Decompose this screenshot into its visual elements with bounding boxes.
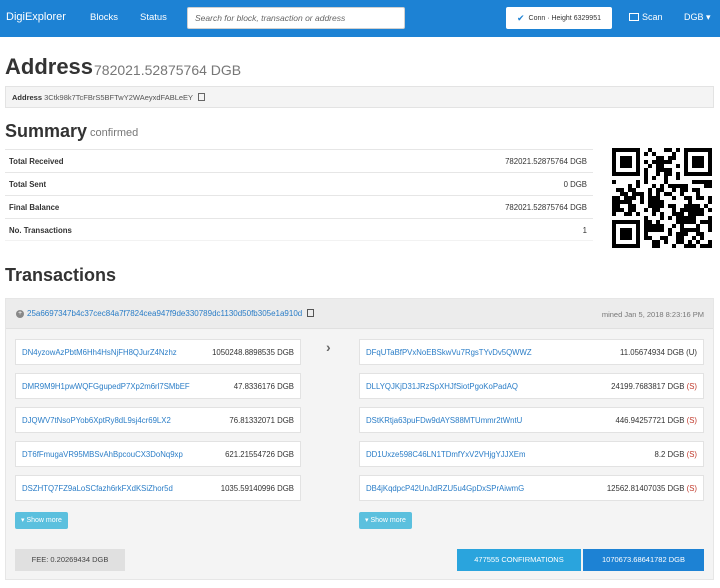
show-more-outputs-button[interactable]: ▾ Show more: [359, 512, 412, 529]
address-bar: Address 3Ctk98k7TcFBrS5BFTwY2WAeyxdFABLe…: [5, 86, 714, 108]
output-address-link[interactable]: DB4jKqdpcP42UnJdRZU5u4GpDxSPrAiwmG: [366, 484, 524, 493]
input-amount: 1035.59140996 DGB: [220, 484, 294, 493]
list-item: DT6fFmugaVR95MBSvAhBpcouCX3DoNq9xp 621.2…: [15, 441, 301, 467]
connection-height: 6329951: [573, 14, 601, 22]
output-amount: 12562.81407035 DGB: [606, 484, 685, 493]
nav-link-status[interactable]: Status: [140, 12, 167, 23]
output-status: (S): [686, 382, 697, 391]
chevron-right-icon: ›: [326, 339, 331, 355]
output-status: (S): [686, 450, 697, 459]
transactions-heading: Transactions: [5, 265, 117, 285]
output-amount: 11.05674934 DGB: [619, 348, 684, 357]
scan-button[interactable]: Scan: [629, 12, 663, 22]
chevron-down-icon: ▾: [365, 517, 369, 524]
transaction-id-wrapper: 25a6697347b4c37cec84a7f7824cea947f9de330…: [27, 309, 315, 318]
summary-label: No. Transactions: [9, 226, 72, 235]
list-item: DStKRtja63puFDw9dAYS88MTUmmr2tWntU 446.9…: [359, 407, 704, 433]
brand-link[interactable]: DigiExplorer: [6, 11, 66, 23]
connection-label: Conn · Height: [528, 14, 572, 22]
summary-row-no-transactions: No. Transactions 1: [5, 218, 593, 241]
input-amount: 621.21554726 DGB: [225, 450, 294, 459]
summary-table: Total Received 782021.52875764 DGB Total…: [5, 149, 593, 241]
page-title: Address: [5, 54, 94, 79]
output-amount-wrapper: 24199.7683817 DGB (S): [611, 382, 697, 391]
mined-time: mined Jan 5, 2018 8:23:16 PM: [601, 310, 704, 319]
summary-label: Total Sent: [9, 180, 47, 189]
list-item: DB4jKqdpcP42UnJdRZU5u4GpDxSPrAiwmG 12562…: [359, 475, 704, 501]
output-amount: 8.2 DGB: [654, 450, 685, 459]
inputs-list: DN4yzowAzPbtM6Hh4HsNjFH8QJurZ4Nzhz 10502…: [15, 339, 301, 509]
summary-label: Total Received: [9, 157, 64, 166]
input-amount: 76.81332071 DGB: [229, 416, 294, 425]
summary-value: 782021.52875764 DGB: [505, 157, 587, 166]
search-input[interactable]: [187, 7, 405, 29]
input-address-link[interactable]: DMR9M9H1pwWQFGgupedP7Xp2m6rl7SMbEF: [22, 382, 190, 391]
scan-icon: [629, 13, 639, 21]
input-address-link[interactable]: DN4yzowAzPbtM6Hh4HsNjFH8QJurZ4Nzhz: [22, 348, 177, 357]
chevron-down-icon: ▾: [21, 517, 25, 524]
summary-value: 1: [582, 226, 587, 235]
confirmations-button[interactable]: 477555 CONFIRMATIONS: [457, 549, 581, 571]
list-item: DJQWV7tNsoPYob6XptRy8dL9sj4cr69LX2 76.81…: [15, 407, 301, 433]
summary-row-final-balance: Final Balance 782021.52875764 DGB: [5, 195, 593, 218]
summary-value: 782021.52875764 DGB: [505, 203, 587, 212]
output-amount-wrapper: 12562.81407035 DGB (S): [607, 484, 697, 493]
input-address-link[interactable]: DSZHTQ7FZ9aLoSCfazh6rkFXdKSiZhor5d: [22, 484, 173, 493]
output-address-link[interactable]: DStKRtja63puFDw9dAYS88MTUmmr2tWntU: [366, 416, 522, 425]
input-amount: 47.8336176 DGB: [233, 382, 294, 391]
output-address-link[interactable]: DFqUTaBfPVxNoEBSkwVu7RgsTYvDv5QWWZ: [366, 348, 532, 357]
scan-label: Scan: [642, 12, 663, 22]
output-address-link[interactable]: DD1Uxze598C46LN1TDmfYxV2VHjgYJJXEm: [366, 450, 525, 459]
summary-status: confirmed: [90, 127, 139, 139]
output-amount-wrapper: 8.2 DGB (S): [655, 450, 697, 459]
transaction-id-link[interactable]: 25a6697347b4c37cec84a7f7824cea947f9de330…: [27, 309, 302, 318]
copy-icon[interactable]: [307, 309, 315, 317]
outputs-list: DFqUTaBfPVxNoEBSkwVu7RgsTYvDv5QWWZ 11.05…: [359, 339, 704, 509]
currency-dropdown[interactable]: DGB ▾: [684, 12, 711, 23]
copy-icon[interactable]: [198, 93, 206, 101]
address-balance-heading: 782021.52875764 DGB: [94, 62, 242, 78]
transaction-header: + 25a6697347b4c37cec84a7f7824cea947f9de3…: [6, 299, 713, 329]
check-icon: ✔: [516, 12, 525, 23]
output-address-link[interactable]: DLLYQJKjD31JRzSpXHJfSiotPgoKoPadAQ: [366, 382, 518, 391]
output-status: (S): [686, 484, 697, 493]
show-more-inputs-button[interactable]: ▾ Show more: [15, 512, 68, 529]
navbar: DigiExplorer Blocks Status ✔ Conn · Heig…: [0, 0, 720, 37]
list-item: DD1Uxze598C46LN1TDmfYxV2VHjgYJJXEm 8.2 D…: [359, 441, 704, 467]
fee-badge: FEE: 0.20269434 DGB: [15, 549, 125, 571]
address-label: Address: [12, 93, 43, 102]
summary-value: 0 DGB: [563, 180, 587, 189]
transaction-panel: + 25a6697347b4c37cec84a7f7824cea947f9de3…: [5, 298, 714, 580]
input-address-link[interactable]: DJQWV7tNsoPYob6XptRy8dL9sj4cr69LX2: [22, 416, 171, 425]
output-amount-wrapper: 446.94257721 DGB (S): [615, 416, 697, 425]
nav-link-blocks[interactable]: Blocks: [90, 12, 118, 23]
input-amount: 1050248.8898535 DGB: [212, 348, 294, 357]
list-item: DSZHTQ7FZ9aLoSCfazh6rkFXdKSiZhor5d 1035.…: [15, 475, 301, 501]
list-item: DFqUTaBfPVxNoEBSkwVu7RgsTYvDv5QWWZ 11.05…: [359, 339, 704, 365]
output-status: (S): [686, 416, 697, 425]
list-item: DLLYQJKjD31JRzSpXHJfSiotPgoKoPadAQ 24199…: [359, 373, 704, 399]
show-more-label: Show more: [370, 517, 406, 524]
summary-label: Final Balance: [9, 203, 60, 212]
total-amount-button[interactable]: 1070673.68641782 DGB: [583, 549, 704, 571]
summary-row-total-received: Total Received 782021.52875764 DGB: [5, 149, 593, 172]
input-address-link[interactable]: DT6fFmugaVR95MBSvAhBpcouCX3DoNq9xp: [22, 450, 183, 459]
output-amount: 446.94257721 DGB: [615, 416, 685, 425]
qr-code-image: [612, 148, 712, 248]
output-status: (U): [686, 348, 697, 357]
address-value: 3Ctk98k7TcFBrS5BFTwY2WAeyxdFABLeEY: [44, 93, 193, 102]
show-more-label: Show more: [26, 517, 62, 524]
list-item: DN4yzowAzPbtM6Hh4HsNjFH8QJurZ4Nzhz 10502…: [15, 339, 301, 365]
connection-status-button[interactable]: ✔ Conn · Height 6329951: [506, 7, 612, 29]
summary-heading: Summary: [5, 121, 88, 141]
output-amount: 24199.7683817 DGB: [611, 382, 685, 391]
output-amount-wrapper: 11.05674934 DGB (U): [620, 348, 697, 357]
list-item: DMR9M9H1pwWQFGgupedP7Xp2m6rl7SMbEF 47.83…: [15, 373, 301, 399]
summary-row-total-sent: Total Sent 0 DGB: [5, 172, 593, 195]
expand-plus-icon[interactable]: +: [16, 310, 24, 318]
